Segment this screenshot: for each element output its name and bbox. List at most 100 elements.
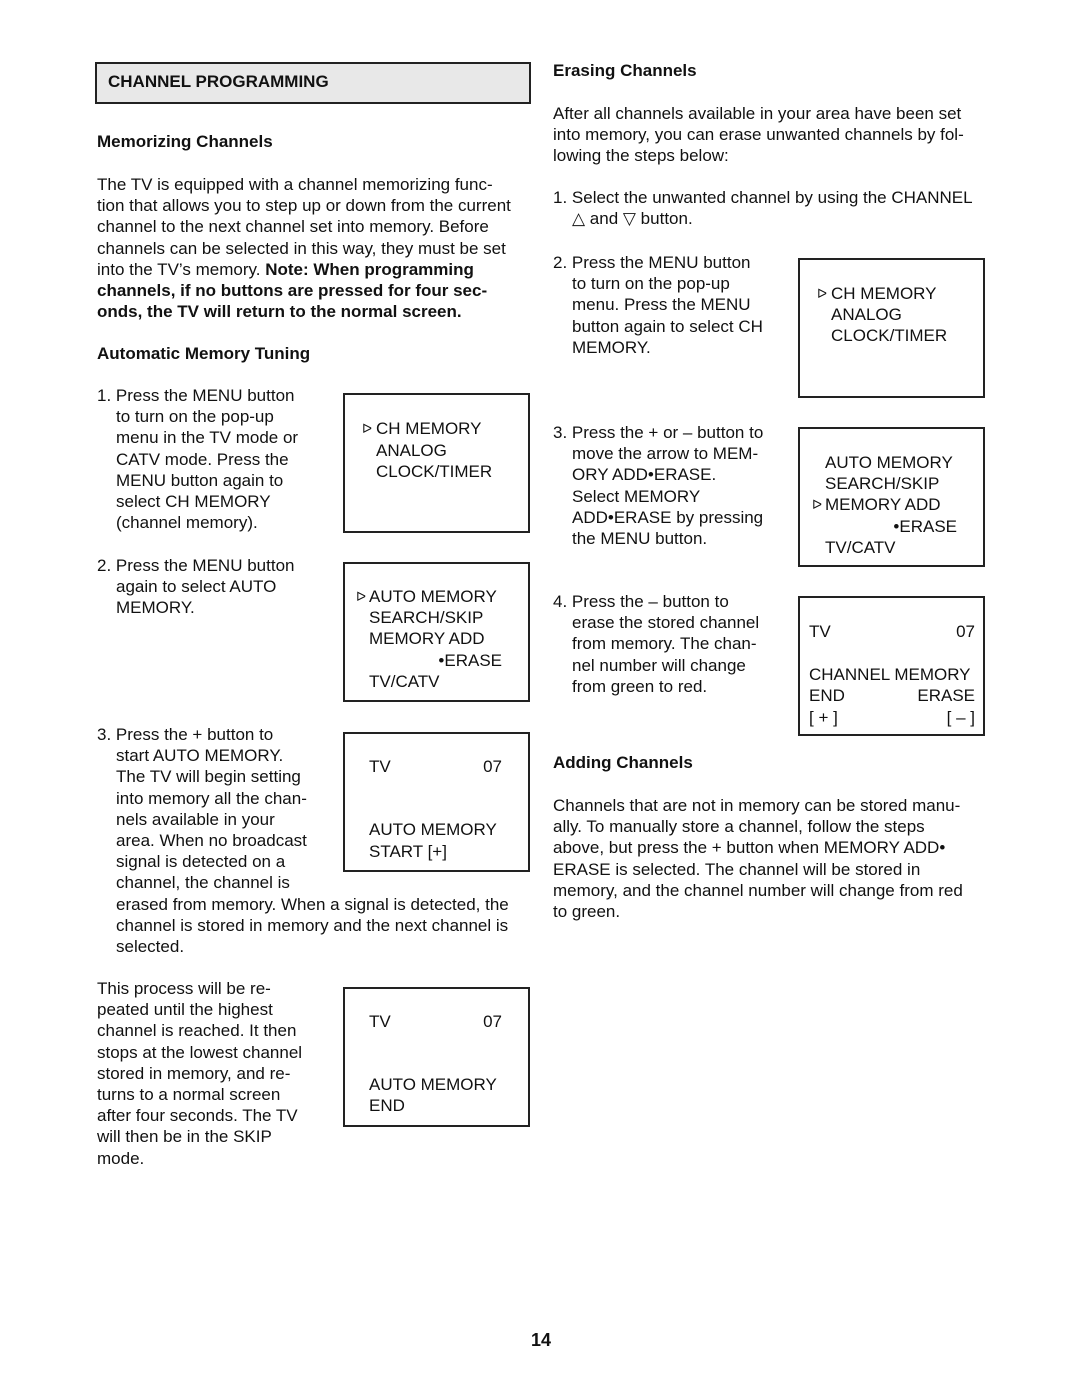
paragraph-erasing-intro: After all channels available in your are… bbox=[553, 103, 964, 167]
text-line: MEMORY. bbox=[116, 598, 195, 618]
text-line: (channel memory). bbox=[116, 513, 258, 533]
text-line: again to select AUTO bbox=[116, 577, 277, 597]
tv-label: TV bbox=[369, 1012, 391, 1031]
section-title: CHANNEL PROGRAMMING bbox=[108, 72, 329, 91]
text-line: tion that allows you to step up or down … bbox=[97, 196, 511, 216]
bold-text: channels, if no buttons are pressed for … bbox=[97, 281, 488, 301]
menu-item: •ERASE bbox=[893, 517, 957, 536]
text-line: from memory. The chan- bbox=[572, 634, 757, 654]
pointer-triangle-icon: ᐅ bbox=[362, 421, 372, 436]
text-line: 2. Press the MENU button bbox=[97, 556, 295, 575]
text-line: menu. Press the MENU bbox=[572, 295, 751, 315]
text-line: onds, the TV will return to the normal s… bbox=[97, 301, 511, 322]
text-line: to turn on the pop-up bbox=[572, 274, 730, 294]
channel-number: 07 bbox=[483, 757, 502, 776]
menu-item: SEARCH/SKIP bbox=[825, 474, 940, 493]
text-line: the MENU button. bbox=[572, 529, 708, 549]
text-line: from green to red. bbox=[572, 676, 708, 696]
menu-item: CH MEMORY bbox=[831, 284, 937, 303]
heading-erasing: Erasing Channels bbox=[553, 61, 697, 80]
text-line: lowing the steps below: bbox=[553, 146, 729, 166]
menu-item: TV/CATV bbox=[369, 672, 440, 691]
text-line: ally. To manually store a channel, follo… bbox=[553, 817, 925, 837]
text-line: above, but press the + button when MEMOR… bbox=[553, 838, 946, 858]
text-line: turns to a normal screen bbox=[97, 1085, 281, 1105]
text-line: into the TV’s memory. Note: When program… bbox=[97, 259, 511, 280]
menu-item: ANALOG bbox=[376, 441, 447, 460]
text-line: MENU button again to bbox=[116, 470, 284, 490]
end-label: END bbox=[809, 686, 845, 705]
menu-item: SEARCH/SKIP bbox=[369, 608, 484, 627]
heading-adding: Adding Channels bbox=[553, 753, 693, 772]
screen-line: AUTO MEMORY bbox=[369, 1075, 497, 1094]
text-line: channel, the channel is bbox=[116, 873, 290, 893]
text-line: channels can be selected in this way, th… bbox=[97, 238, 506, 258]
text-line: selected. bbox=[116, 937, 185, 957]
text-line: ADD•ERASE by pressing bbox=[572, 507, 764, 527]
paragraph-memorizing: The TV is equipped with a channel memori… bbox=[97, 174, 511, 322]
erase-step-3: 3. Press the + or – button to move the ar… bbox=[553, 422, 763, 549]
text-line: stops at the lowest channel bbox=[97, 1042, 303, 1062]
menu-item: TV/CATV bbox=[825, 538, 896, 557]
text-line: after four seconds. The TV bbox=[97, 1106, 298, 1126]
text-line: channel is reached. It then bbox=[97, 1021, 297, 1041]
screen-line: CHANNEL MEMORY bbox=[809, 665, 971, 684]
text-line: The TV is equipped with a channel memori… bbox=[97, 175, 493, 194]
screen-line: AUTO MEMORY bbox=[369, 820, 497, 839]
page-number: 14 bbox=[530, 1330, 552, 1350]
bold-text: Note: When programming bbox=[265, 259, 474, 279]
text-line: 2. Press the MENU button bbox=[553, 253, 751, 272]
erase-step-4: 4. Press the – button to erase the stored… bbox=[553, 591, 759, 697]
pointer-triangle-icon: ᐅ bbox=[356, 589, 366, 604]
tv-label: TV bbox=[369, 757, 391, 776]
text-line: select CH MEMORY bbox=[116, 492, 271, 512]
section-title-box: CHANNEL PROGRAMMING bbox=[95, 62, 531, 104]
text-line: Channels that are not in memory can be s… bbox=[553, 796, 961, 815]
channel-number: 07 bbox=[956, 622, 975, 641]
text-line: nel number will change bbox=[572, 655, 746, 675]
text-line: to turn on the pop-up bbox=[116, 407, 274, 427]
channel-number: 07 bbox=[483, 1012, 502, 1031]
heading-auto-tuning: Automatic Memory Tuning bbox=[97, 344, 311, 363]
paragraph-adding: Channels that are not in memory can be s… bbox=[553, 795, 963, 922]
text-line: menu in the TV mode or bbox=[116, 428, 299, 448]
menu-item: MEMORY ADD bbox=[825, 495, 941, 514]
text-line: 3. Press the + or – button to bbox=[553, 423, 764, 442]
text-line: to green. bbox=[553, 902, 621, 922]
erase-step-1: 1. Select the unwanted channel by using … bbox=[553, 187, 973, 229]
text-line: △ and ▽ button. bbox=[572, 209, 693, 229]
screen-menu-auto-memory: ᐅ AUTO MEMORY SEARCH/SKIP MEMORY ADD •ERA… bbox=[343, 562, 530, 702]
erase-step-2: 2. Press the MENU button to turn on the p… bbox=[553, 252, 763, 358]
text-line: ORY ADD•ERASE. bbox=[572, 465, 717, 485]
menu-item: ANALOG bbox=[831, 305, 902, 324]
text-line: erased from memory. When a signal is det… bbox=[116, 894, 509, 914]
pointer-triangle-icon: ᐅ bbox=[812, 497, 822, 512]
text-line: mode. bbox=[97, 1148, 145, 1168]
text-line: ERASE is selected. The channel will be s… bbox=[553, 859, 921, 879]
bold-text: onds, the TV will return to the normal s… bbox=[97, 302, 462, 322]
text-line: move the arrow to MEM- bbox=[572, 444, 759, 464]
step-1: 1. Press the MENU button to turn on the p… bbox=[97, 385, 298, 533]
screen-auto-memory-start: TV 07 AUTO MEMORY START [+] bbox=[343, 732, 530, 872]
text-line: peated until the highest bbox=[97, 1000, 273, 1020]
pointer-triangle-icon: ᐅ bbox=[817, 286, 827, 301]
text-segment: into the TV’s memory. bbox=[97, 259, 266, 279]
text-line: into memory, you can erase unwanted chan… bbox=[553, 125, 964, 145]
screen-erase-menu-memory-add: AUTO MEMORY SEARCH/SKIP ᐅ MEMORY ADD •ERA… bbox=[798, 427, 985, 567]
minus-key-label: [ – ] bbox=[946, 708, 975, 727]
text-line: 4. Press the – button to bbox=[553, 592, 729, 611]
step-2: 2. Press the MENU button again to select … bbox=[97, 555, 294, 619]
menu-item: •ERASE bbox=[438, 651, 502, 670]
text-line: channel to the next channel set into mem… bbox=[97, 217, 489, 237]
text-line: channel is stored in memory and the next… bbox=[116, 915, 509, 935]
text-line: memory, and the channel number will chan… bbox=[553, 880, 963, 900]
heading-memorizing: Memorizing Channels bbox=[97, 132, 273, 151]
erase-label: ERASE bbox=[917, 686, 975, 705]
text-line: This process will be re- bbox=[97, 979, 271, 998]
text-line: Select MEMORY bbox=[572, 486, 701, 506]
screen-line: END bbox=[369, 1096, 405, 1115]
menu-item: CH MEMORY bbox=[376, 419, 482, 438]
text-line: button again to select CH bbox=[572, 316, 763, 336]
screen-erase-menu-ch-memory: ᐅ CH MEMORY ANALOG CLOCK/TIMER bbox=[798, 258, 985, 398]
menu-item: CLOCK/TIMER bbox=[831, 326, 948, 345]
